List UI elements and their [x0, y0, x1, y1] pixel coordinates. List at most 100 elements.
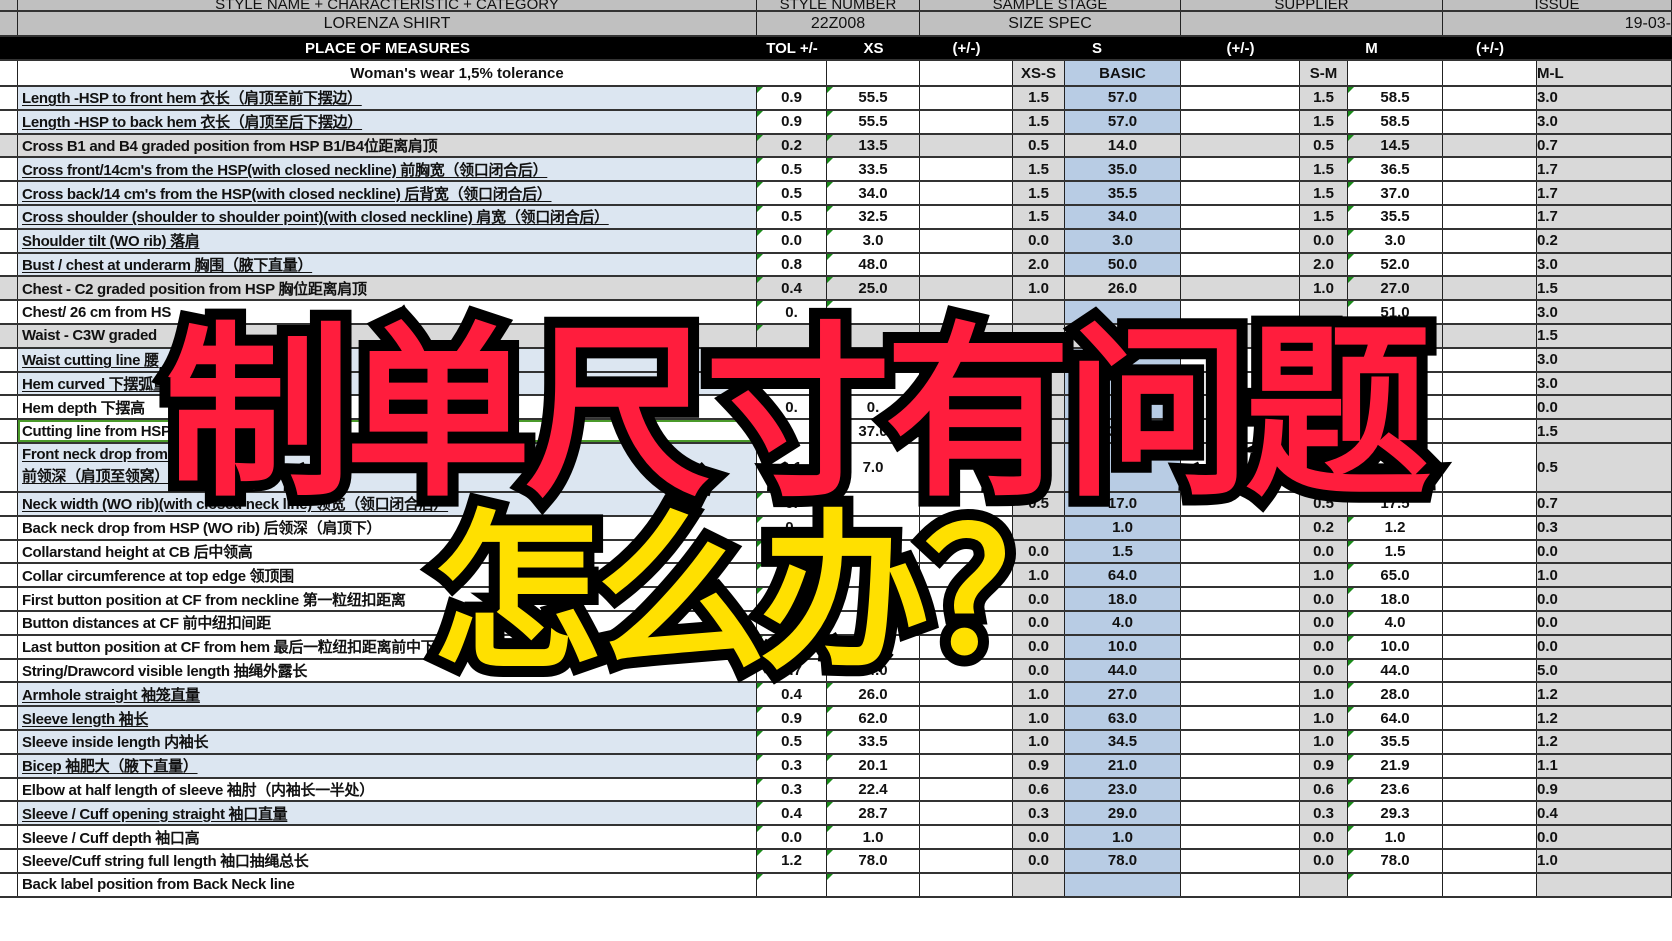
cell-ml[interactable]: 1.5: [1537, 277, 1672, 300]
cell-m[interactable]: 64.0: [1348, 707, 1443, 729]
cell-pm1[interactable]: [920, 802, 1013, 825]
sample-stage-cell[interactable]: SIZE SPEC: [920, 12, 1181, 35]
measure-description[interactable]: Sleeve / Cuff opening straight 袖口直量: [18, 802, 757, 825]
cell-sm[interactable]: 1.5: [1300, 182, 1348, 204]
cell-xs[interactable]: 55.5: [827, 87, 920, 109]
cell-m[interactable]: 58.5: [1348, 87, 1443, 109]
cell-pm1[interactable]: [920, 826, 1013, 848]
measure-description[interactable]: Back label position from Back Neck line: [18, 873, 757, 896]
cell-s[interactable]: 57.0: [1065, 87, 1181, 109]
measure-description[interactable]: Cross front/14cm's from the HSP(with clo…: [18, 158, 757, 181]
cell-sm[interactable]: 1.5: [1300, 87, 1348, 109]
cell-xss[interactable]: 0.0: [1013, 229, 1065, 252]
cell-pm1[interactable]: [920, 754, 1013, 777]
cell-pm1[interactable]: [920, 778, 1013, 801]
cell-tol[interactable]: [757, 873, 827, 896]
cell-m[interactable]: 18.0: [1348, 588, 1443, 610]
cell-sm[interactable]: 0.0: [1300, 849, 1348, 872]
cell-ml[interactable]: 1.7: [1537, 182, 1672, 204]
cell-xss[interactable]: 0.3: [1013, 802, 1065, 825]
cell-ml[interactable]: 1.5: [1537, 420, 1672, 442]
cell-tol[interactable]: 0.9: [757, 110, 827, 133]
cell-pm3[interactable]: [1443, 778, 1537, 801]
cell-xss[interactable]: 1.5: [1013, 87, 1065, 109]
supplier-cell[interactable]: [1181, 12, 1443, 35]
cell-sm[interactable]: 1.0: [1300, 683, 1348, 706]
cell-sm[interactable]: [1300, 873, 1348, 896]
cell-s[interactable]: 35.5: [1065, 182, 1181, 204]
cell-pm1[interactable]: [920, 134, 1013, 157]
cell-sm[interactable]: 1.5: [1300, 205, 1348, 228]
cell-pm3[interactable]: [1443, 420, 1537, 442]
cell-pm3[interactable]: [1443, 182, 1537, 204]
cell-xss[interactable]: 1.5: [1013, 182, 1065, 204]
cell-pm2[interactable]: [1181, 802, 1300, 825]
cell-pm2[interactable]: [1181, 635, 1300, 658]
cell-pm2[interactable]: [1181, 849, 1300, 872]
cell-s[interactable]: 29.0: [1065, 802, 1181, 825]
cell-m[interactable]: 28.0: [1348, 683, 1443, 706]
cell-xss[interactable]: 1.0: [1013, 730, 1065, 753]
cell-ml[interactable]: [1537, 873, 1672, 896]
cell-pm3[interactable]: [1443, 802, 1537, 825]
measure-description[interactable]: Length -HSP to front hem 衣长（肩顶至前下摆边）: [18, 87, 757, 109]
cell-ml[interactable]: 0.4: [1537, 802, 1672, 825]
issue-cell[interactable]: 19-03-: [1443, 12, 1672, 35]
measure-description[interactable]: Length -HSP to back hem 衣长（肩顶至后下摆边）: [18, 110, 757, 133]
cell-s[interactable]: 78.0: [1065, 849, 1181, 872]
cell-pm1[interactable]: [920, 229, 1013, 252]
cell-pm3[interactable]: [1443, 372, 1537, 395]
cell-pm3[interactable]: [1443, 659, 1537, 682]
cell-pm2[interactable]: [1181, 229, 1300, 252]
cell-xs[interactable]: 1.0: [827, 826, 920, 848]
cell-xs[interactable]: 22.4: [827, 778, 920, 801]
cell-tol[interactable]: 0.4: [757, 802, 827, 825]
cell-pm1[interactable]: [920, 87, 1013, 109]
cell-ml[interactable]: 3.0: [1537, 301, 1672, 323]
cell-pm3[interactable]: [1443, 301, 1537, 323]
cell-m[interactable]: 35.5: [1348, 730, 1443, 753]
cell-s[interactable]: [1065, 873, 1181, 896]
cell-ml[interactable]: 0.7: [1537, 492, 1672, 515]
cell-xss[interactable]: 0.0: [1013, 826, 1065, 848]
cell-pm1[interactable]: [920, 849, 1013, 872]
cell-sm[interactable]: 0.6: [1300, 778, 1348, 801]
cell-pm2[interactable]: [1181, 134, 1300, 157]
cell-pm2[interactable]: [1181, 683, 1300, 706]
cell-m[interactable]: 21.9: [1348, 754, 1443, 777]
cell-pm3[interactable]: [1443, 683, 1537, 706]
cell-tol[interactable]: 0.5: [757, 730, 827, 753]
cell-ml[interactable]: 1.2: [1537, 707, 1672, 729]
cell-ml[interactable]: 3.0: [1537, 372, 1672, 395]
cell-xs[interactable]: 78.0: [827, 849, 920, 872]
cell-m[interactable]: 1.5: [1348, 540, 1443, 563]
cell-ml[interactable]: 1.0: [1537, 564, 1672, 587]
cell-tol[interactable]: 0.3: [757, 778, 827, 801]
cell-m[interactable]: 78.0: [1348, 849, 1443, 872]
cell-pm3[interactable]: [1443, 277, 1537, 300]
cell-pm2[interactable]: [1181, 564, 1300, 587]
cell-ml[interactable]: 0.2: [1537, 229, 1672, 252]
cell-xs[interactable]: 20.1: [827, 754, 920, 777]
cell-ml[interactable]: 3.0: [1537, 110, 1672, 133]
cell-pm3[interactable]: [1443, 707, 1537, 729]
cell-xs[interactable]: 33.5: [827, 730, 920, 753]
cell-m[interactable]: 36.5: [1348, 158, 1443, 181]
cell-pm1[interactable]: [920, 707, 1013, 729]
cell-ml[interactable]: 0.0: [1537, 826, 1672, 848]
cell-m[interactable]: 37.0: [1348, 182, 1443, 204]
cell-pm2[interactable]: [1181, 205, 1300, 228]
cell-xss[interactable]: 0.9: [1013, 754, 1065, 777]
cell-ml[interactable]: 0.3: [1537, 516, 1672, 539]
cell-tol[interactable]: 0.9: [757, 707, 827, 729]
cell-s[interactable]: 1.0: [1065, 826, 1181, 848]
cell-m[interactable]: 29.3: [1348, 802, 1443, 825]
cell-sm[interactable]: 1.5: [1300, 110, 1348, 133]
cell-m[interactable]: 1.0: [1348, 826, 1443, 848]
cell-ml[interactable]: 0.0: [1537, 540, 1672, 563]
cell-sm[interactable]: 0.0: [1300, 659, 1348, 682]
cell-ml[interactable]: 0.0: [1537, 396, 1672, 419]
cell-pm3[interactable]: [1443, 110, 1537, 133]
cell-pm1[interactable]: [920, 873, 1013, 896]
cell-s[interactable]: 63.0: [1065, 707, 1181, 729]
